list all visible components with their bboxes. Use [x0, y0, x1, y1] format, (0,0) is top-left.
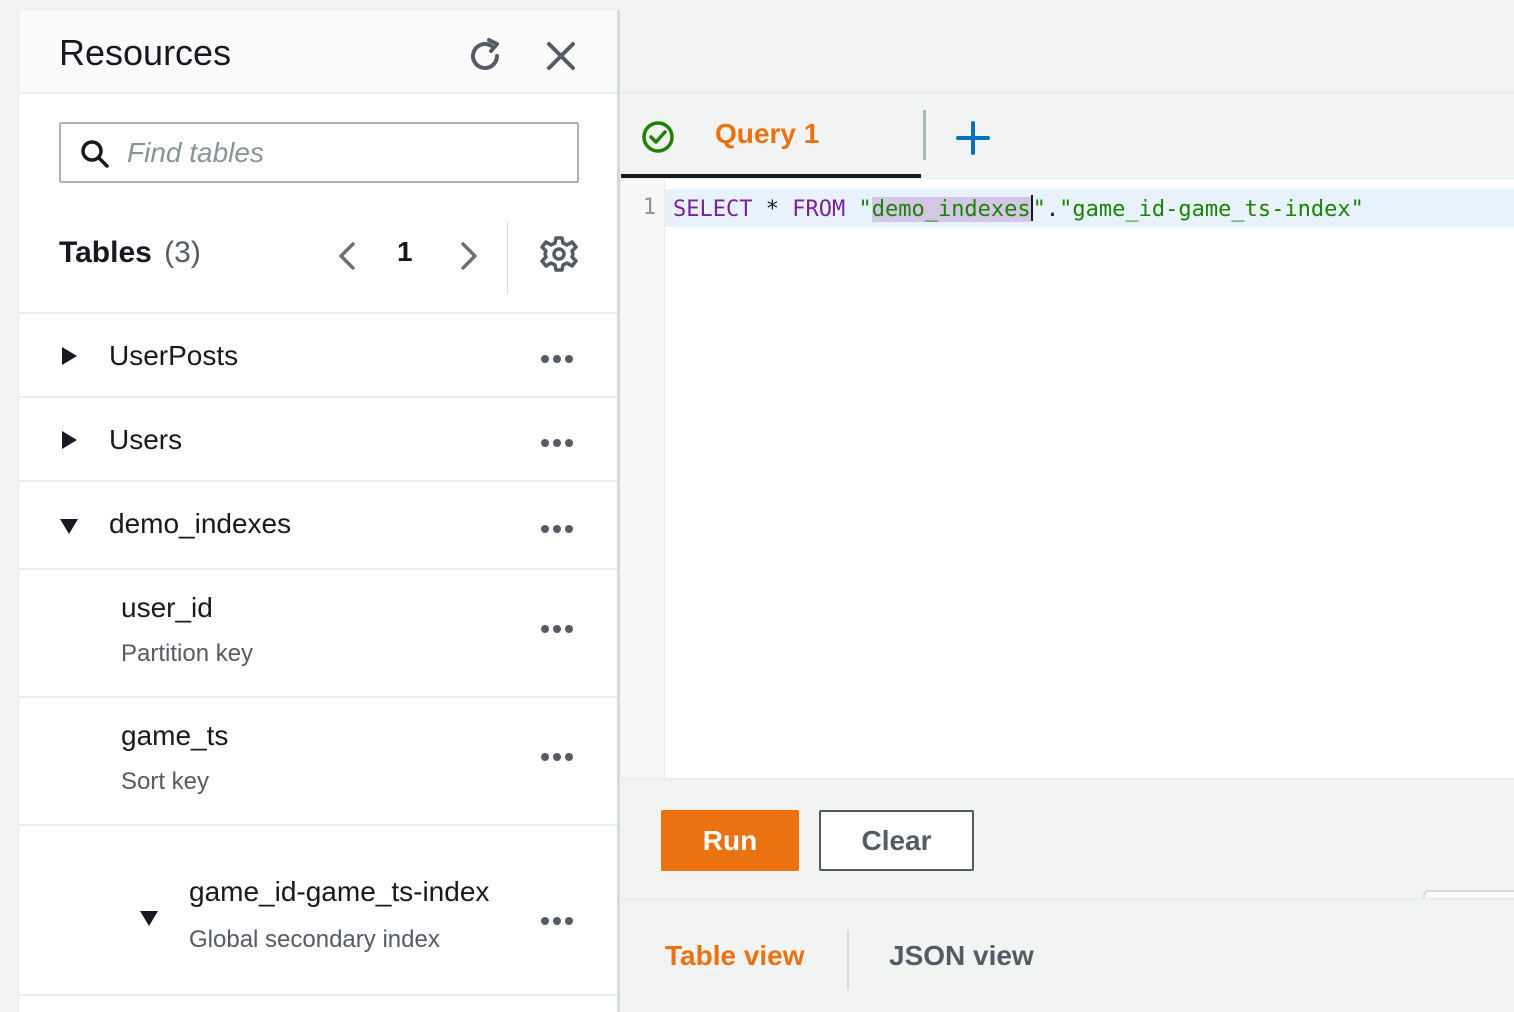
clear-button[interactable]: Clear [819, 810, 974, 871]
chevron-right-icon [461, 242, 477, 270]
sql-quote: " [858, 197, 872, 222]
add-query-tab-button[interactable] [953, 118, 993, 158]
results-view-tabs: Table view JSON view [621, 898, 1514, 1012]
caret-right-icon[interactable] [59, 430, 79, 450]
more-actions-button[interactable] [541, 912, 577, 925]
sql-star: * [765, 197, 779, 222]
sql-index-name: game_id-game_ts-index [1072, 197, 1351, 222]
close-button[interactable] [541, 36, 581, 76]
tab-query-1[interactable]: Query 1 [621, 94, 921, 178]
resources-header: Resources [19, 10, 617, 94]
table-row-userposts[interactable]: UserPosts [19, 312, 617, 396]
previous-page-button[interactable] [333, 236, 363, 276]
results-tab-divider [847, 930, 849, 990]
page-number[interactable]: 1 [397, 236, 413, 268]
line-gutter: 1 [621, 179, 665, 778]
active-code-line[interactable]: SELECT * FROM "demo_indexes"."game_id-ga… [665, 189, 1514, 227]
refresh-button[interactable] [463, 34, 507, 78]
more-actions-button[interactable] [541, 748, 577, 761]
tables-list: UserPosts Users demo_indexes user_id Par… [19, 312, 617, 996]
query-panel: Query 1 1 SELECT * FROM "demo_indexes"."… [621, 10, 1514, 1012]
more-actions-button[interactable] [541, 350, 577, 363]
caret-down-icon[interactable] [139, 908, 159, 928]
attribute-key-type: Partition key [121, 640, 254, 667]
close-icon [547, 42, 575, 70]
query-editor[interactable]: 1 SELECT * FROM "demo_indexes"."game_id-… [621, 178, 1514, 778]
tab-label: Query 1 [715, 118, 820, 149]
sql-keyword-select: SELECT [673, 197, 753, 222]
index-row-game-id-game-ts-index[interactable]: game_id-game_ts-index Global secondary i… [19, 824, 617, 996]
attribute-name: user_id [121, 592, 213, 623]
next-page-button[interactable] [453, 236, 483, 276]
find-tables-field[interactable] [59, 122, 579, 183]
sql-table-name-selected: demo_indexes [871, 197, 1031, 222]
tab-table-view[interactable]: Table view [665, 940, 805, 972]
attribute-row-game-ts: game_ts Sort key [19, 696, 617, 824]
search-icon [81, 140, 109, 168]
sql-dot: . [1045, 197, 1060, 222]
find-tables-input[interactable] [127, 130, 567, 176]
query-panel-top [621, 10, 1514, 94]
attribute-name: game_ts [121, 720, 229, 751]
sql-quote: " [1350, 197, 1364, 222]
run-button[interactable]: Run [661, 810, 799, 871]
more-actions-button[interactable] [541, 434, 577, 447]
gear-icon [540, 236, 578, 272]
resources-title: Resources [59, 32, 232, 73]
index-type: Global secondary index [189, 926, 440, 953]
sql-quote: " [1059, 197, 1073, 222]
plus-icon [956, 121, 990, 155]
caret-right-icon[interactable] [59, 346, 79, 366]
resources-panel: Resources Tables (3) 1 [18, 10, 620, 1012]
query-tabs: Query 1 [621, 94, 1514, 178]
attribute-key-type: Sort key [121, 768, 210, 795]
sql-quote: " [1032, 197, 1046, 222]
check-circle-icon [642, 121, 674, 153]
tables-count: (3) [164, 236, 201, 269]
query-actions: Run Clear [621, 778, 1514, 914]
attribute-row-user-id: user_id Partition key [19, 568, 617, 696]
table-row-users[interactable]: Users [19, 396, 617, 480]
table-name: Users [109, 424, 183, 455]
tables-title: Tables [59, 236, 152, 269]
tab-json-view[interactable]: JSON view [889, 940, 1034, 972]
more-actions-button[interactable] [541, 520, 577, 533]
table-row-demo-indexes[interactable]: demo_indexes [19, 480, 617, 568]
preferences-button[interactable] [539, 234, 579, 274]
chevron-left-icon [339, 242, 355, 270]
pager-divider [507, 222, 508, 294]
table-name: UserPosts [109, 340, 239, 371]
index-name: game_id-game_ts-index [189, 876, 490, 907]
tables-heading: Tables (3) [59, 236, 201, 270]
sql-keyword-from: FROM [792, 197, 846, 222]
table-name: demo_indexes [109, 508, 292, 539]
line-number: 1 [642, 195, 656, 220]
more-actions-button[interactable] [541, 620, 577, 633]
sql-statement[interactable]: SELECT * FROM "demo_indexes"."game_id-ga… [673, 195, 1364, 222]
tab-divider [923, 110, 926, 160]
refresh-icon [471, 38, 499, 70]
caret-down-icon[interactable] [59, 516, 79, 536]
